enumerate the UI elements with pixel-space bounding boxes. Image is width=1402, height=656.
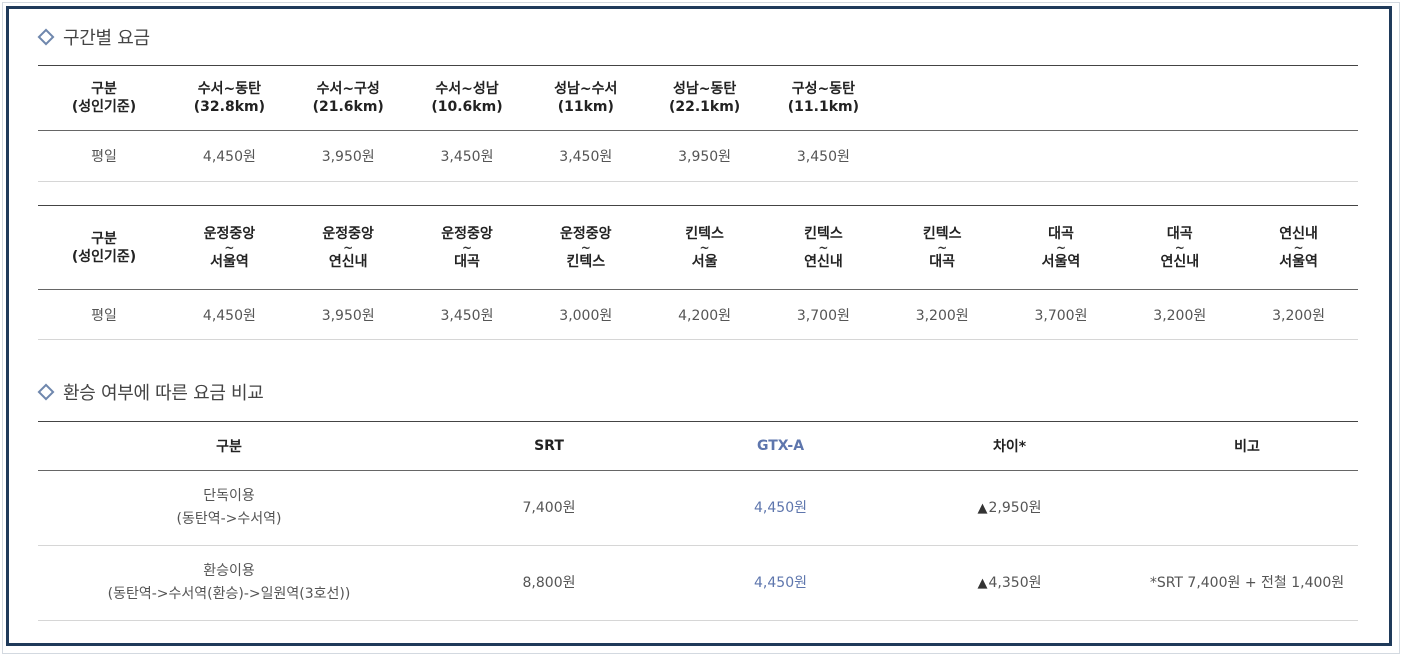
row-label: 환승이용 (동탄역->수서역(환승)->일원역(3호선)) bbox=[107, 563, 351, 602]
header-segment: 킨텍스 ~ 서울 bbox=[685, 225, 724, 270]
fare-cell: 3,200원 bbox=[1272, 307, 1326, 324]
header-category: 구분 (성인기준) bbox=[71, 81, 137, 115]
row-label: 단독이용 (동탄역->수서역) bbox=[176, 488, 282, 527]
empty-cell bbox=[1239, 131, 1358, 182]
fare-cell: 3,450원 bbox=[440, 149, 494, 165]
header-seongnam-suseo: 성남~수서 (11km) bbox=[554, 81, 618, 115]
row-label: 평일 bbox=[91, 149, 117, 165]
header-segment: 대곡 ~ 서울역 bbox=[1041, 225, 1081, 270]
fare-cell: 3,450원 bbox=[559, 149, 613, 165]
table-row: 단독이용 (동탄역->수서역) 7,400원 4,450원 ▲2,950원 bbox=[38, 471, 1358, 546]
header-segment: 대곡 ~ 연신내 bbox=[1160, 225, 1200, 270]
header-empty bbox=[883, 66, 1002, 131]
table-row: 평일 4,450원 3,950원 3,450원 3,450원 3,950원 3,… bbox=[38, 131, 1358, 182]
fare-cell: 4,450원 bbox=[202, 149, 256, 165]
table-header-row: 구분 (성인기준) 수서~동탄 (32.8km) 수서~구성 (21.6km) 수서~… bbox=[38, 65, 1358, 131]
fare-cell: 3,950원 bbox=[321, 307, 375, 324]
fare-cell: 3,950원 bbox=[321, 149, 375, 165]
header-segment: 운정중앙 ~ 서울역 bbox=[203, 225, 256, 270]
fare-table-gtx-segment: 구분 (성인기준) 운정중앙 ~ 서울역 운정중앙 ~ 연신내 운정중앙 ~ 대곡 운정중앙 ~… bbox=[38, 205, 1358, 340]
header-segment: 킨텍스 ~ 연신내 bbox=[804, 225, 843, 270]
table-header-row: 구분 (성인기준) 운정중앙 ~ 서울역 운정중앙 ~ 연신내 운정중앙 ~ 대곡 운정중앙 ~… bbox=[38, 205, 1358, 290]
empty-cell bbox=[1002, 131, 1121, 182]
difference-cell: ▲4,350원 bbox=[977, 574, 1042, 591]
row-label: 평일 bbox=[91, 307, 117, 324]
empty-cell bbox=[883, 131, 1002, 182]
header-segment: 킨텍스 ~ 대곡 bbox=[922, 225, 962, 270]
header-suseo-dongtan: 수서~동탄 (32.8km) bbox=[193, 81, 266, 115]
triangle-up-icon: ▲ bbox=[977, 500, 988, 516]
header-category: 구분 (성인기준) bbox=[71, 230, 137, 265]
difference-cell: ▲2,950원 bbox=[977, 499, 1042, 516]
section-title-text: 환승 여부에 따른 요금 비교 bbox=[63, 383, 264, 404]
fare-cell: 3,200원 bbox=[1153, 307, 1207, 324]
header-empty bbox=[1002, 66, 1121, 131]
section-title-text: 구간별 요금 bbox=[63, 28, 150, 49]
header-suseo-seongnam: 수서~성남 (10.6km) bbox=[431, 81, 503, 115]
table-row: 평일 4,450원 3,950원 3,450원 3,000원 4,200원 3,… bbox=[38, 290, 1358, 340]
fare-cell: 4,450원 bbox=[202, 307, 256, 324]
table-header-row: 구분 SRT GTX-A 차이* 비고 bbox=[38, 421, 1358, 471]
empty-cell bbox=[1120, 131, 1239, 182]
header-segment: 운정중앙 ~ 킨텍스 bbox=[560, 225, 612, 270]
remarks-cell: *SRT 7,400원 + 전철 1,400원 bbox=[1149, 574, 1345, 591]
header-guseong-dongtan: 구성~동탄 (11.1km) bbox=[787, 81, 859, 115]
srt-fare-cell: 8,800원 bbox=[522, 574, 576, 591]
fare-cell: 3,200원 bbox=[915, 307, 969, 324]
fare-cell: 3,950원 bbox=[678, 149, 732, 165]
header-difference: 차이* bbox=[992, 439, 1027, 455]
triangle-up-icon: ▲ bbox=[977, 575, 988, 591]
srt-fare-cell: 7,400원 bbox=[522, 499, 576, 516]
fare-cell: 3,700원 bbox=[1034, 307, 1088, 324]
header-seongnam-dongtan: 성남~동탄 (22.1km) bbox=[668, 81, 741, 115]
header-suseo-guseong: 수서~구성 (21.6km) bbox=[312, 81, 384, 115]
header-gtx-a: GTX-A bbox=[756, 438, 805, 454]
header-segment: 운정중앙 ~ 대곡 bbox=[441, 225, 493, 270]
gtx-fare-cell: 4,450원 bbox=[754, 574, 807, 591]
fare-cell: 3,450원 bbox=[440, 307, 494, 324]
diamond-bullet-icon bbox=[37, 383, 55, 401]
header-segment: 운정중앙 ~ 연신내 bbox=[322, 225, 374, 270]
header-segment: 연신내 ~ 서울역 bbox=[1279, 225, 1318, 270]
section-title-fare-by-segment: 구간별 요금 bbox=[37, 24, 150, 50]
table-row: 환승이용 (동탄역->수서역(환승)->일원역(3호선)) 8,800원 4,45… bbox=[38, 546, 1358, 621]
header-empty bbox=[1120, 66, 1239, 131]
header-empty bbox=[1239, 66, 1358, 131]
header-srt: SRT bbox=[534, 438, 564, 454]
fare-cell: 3,700원 bbox=[796, 307, 850, 324]
section-title-transfer-comparison: 환승 여부에 따른 요금 비교 bbox=[37, 379, 264, 405]
fare-cell: 3,000원 bbox=[559, 307, 613, 324]
header-category: 구분 bbox=[216, 439, 242, 455]
diamond-bullet-icon bbox=[37, 28, 55, 46]
fare-cell: 3,450원 bbox=[796, 149, 850, 165]
fare-table-srt-segment: 구분 (성인기준) 수서~동탄 (32.8km) 수서~구성 (21.6km) 수서~… bbox=[38, 65, 1358, 182]
remarks-cell bbox=[1136, 471, 1358, 546]
gtx-fare-cell: 4,450원 bbox=[754, 499, 807, 516]
fare-cell: 4,200원 bbox=[678, 307, 732, 324]
header-remarks: 비고 bbox=[1234, 439, 1260, 455]
fare-comparison-table: 구분 SRT GTX-A 차이* 비고 단독이용 (동탄역->수서역) 7,400… bbox=[38, 421, 1358, 621]
